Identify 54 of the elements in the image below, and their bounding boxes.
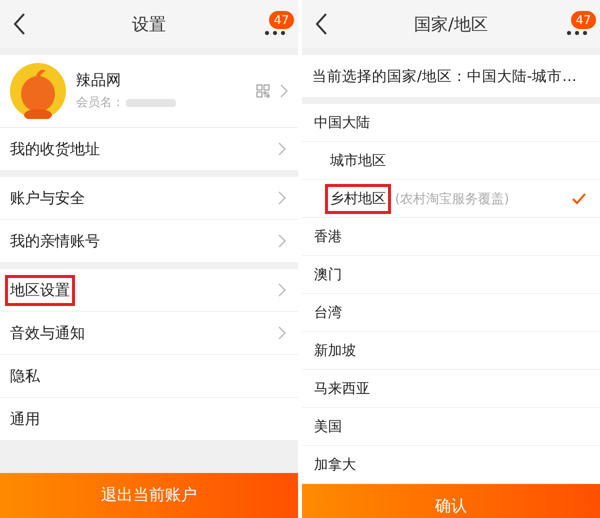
region-item[interactable]: 新加坡 — [302, 332, 600, 370]
chevron-icon — [278, 191, 286, 205]
region-label: 加拿大 — [313, 456, 357, 474]
row-label: 我的亲情账号 — [9, 230, 101, 252]
region-note: (农村淘宝服务覆盖) — [395, 190, 510, 208]
page-title: 国家/地区 — [414, 14, 488, 36]
highlighted-label: 地区设置 — [5, 274, 75, 306]
region-item[interactable]: 美国 — [302, 408, 600, 446]
region-item[interactable]: 乡村地区 (农村淘宝服务覆盖) — [302, 180, 600, 218]
region-label: 新加坡 — [313, 342, 357, 360]
region-label: 美国 — [313, 418, 343, 436]
region-label: 中国大陆 — [313, 114, 371, 132]
settings-row[interactable]: 我的亲情账号 — [0, 220, 298, 262]
region-label: 马来西亚 — [313, 380, 371, 398]
account-name: 辣品网 — [76, 71, 122, 90]
settings-row[interactable]: 隐私 — [0, 355, 298, 398]
region-item[interactable]: 中国大陆 — [302, 104, 600, 142]
notification-badge: 47 — [268, 11, 294, 29]
page-title: 设置 — [132, 14, 166, 36]
region-label: 城市地区 — [329, 152, 387, 170]
chevron-icon — [280, 84, 288, 98]
blurred-name — [126, 98, 176, 106]
settings-row[interactable]: 地区设置 — [0, 269, 298, 312]
qr-code-icon[interactable] — [256, 84, 270, 98]
back-icon[interactable] — [314, 12, 328, 36]
row-label: 账户与安全 — [9, 188, 86, 208]
notification-badge: 47 — [570, 11, 596, 29]
row-label: 通用 — [9, 408, 41, 430]
region-item[interactable]: 澳门 — [302, 256, 600, 294]
settings-row[interactable]: 音效与通知 — [0, 312, 298, 355]
row-label: 我的收货地址 — [9, 138, 101, 160]
region-label: 香港 — [313, 228, 343, 246]
settings-row[interactable]: 账户与安全 — [0, 177, 298, 220]
more-icon[interactable] — [567, 31, 587, 35]
region-item[interactable]: 城市地区 — [302, 142, 600, 180]
chevron-icon — [278, 234, 286, 248]
chevron-icon — [278, 283, 286, 297]
region-item[interactable]: 香港 — [302, 218, 600, 256]
avatar — [10, 63, 66, 119]
row-label: 隐私 — [9, 366, 41, 386]
profile-card[interactable]: 辣品网 会员名： — [0, 55, 298, 128]
settings-row[interactable]: 我的收货地址 — [0, 128, 298, 170]
region-label: 澳门 — [313, 266, 343, 284]
back-icon[interactable] — [12, 12, 26, 36]
region-item[interactable]: 台湾 — [302, 294, 600, 332]
member-label: 会员名： — [76, 94, 124, 111]
region-item[interactable]: 马来西亚 — [302, 370, 600, 408]
settings-row[interactable]: 通用 — [0, 398, 298, 440]
highlighted-label: 乡村地区 — [325, 184, 391, 214]
row-label: 音效与通知 — [9, 322, 86, 344]
more-icon[interactable] — [265, 31, 285, 35]
region-label: 台湾 — [313, 304, 343, 322]
chevron-icon — [278, 142, 286, 156]
current-region: 当前选择的国家/地区：中国大陆-城市… — [311, 68, 578, 86]
